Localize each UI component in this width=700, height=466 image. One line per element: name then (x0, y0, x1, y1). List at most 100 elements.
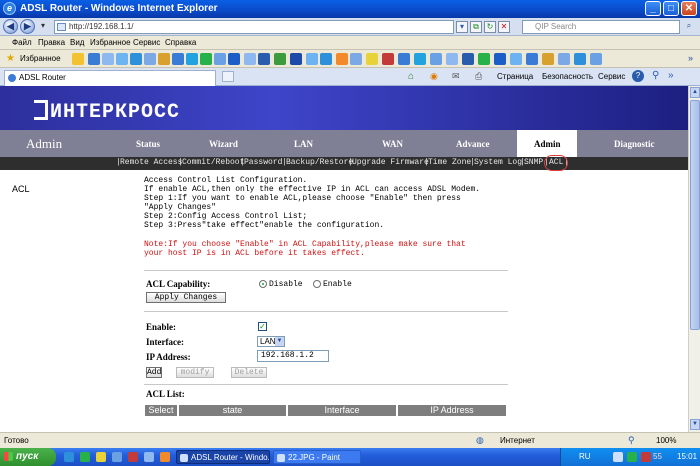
feeds-icon[interactable]: ◉ (430, 71, 438, 82)
favorite-icon[interactable] (306, 53, 318, 65)
quicklaunch-icon[interactable] (128, 452, 138, 462)
enable-checkbox[interactable]: ✓ (258, 322, 267, 331)
tray-icon[interactable] (613, 452, 623, 462)
search-input[interactable]: QIP Search (522, 20, 680, 34)
subtab-remote-access[interactable]: Remote Access (120, 158, 182, 167)
favorite-icon[interactable] (478, 53, 490, 65)
favorite-icon[interactable] (446, 53, 458, 65)
history-dropdown-icon[interactable]: ▾ (37, 21, 49, 33)
favorite-icon[interactable] (494, 53, 506, 65)
quicklaunch-icon[interactable] (80, 452, 90, 462)
favorite-icon[interactable] (88, 53, 100, 65)
new-tab-button[interactable] (222, 71, 234, 82)
subtab-snmp[interactable]: SNMP (524, 158, 543, 167)
delete-button[interactable]: Delete (231, 367, 267, 378)
scroll-thumb[interactable] (690, 100, 700, 330)
favorite-icon[interactable] (574, 53, 586, 65)
tray-icon[interactable] (641, 452, 651, 462)
favorite-icon[interactable] (590, 53, 602, 65)
favorite-icon[interactable] (350, 53, 362, 65)
page-menu[interactable]: Страница (497, 72, 533, 81)
favorite-icon[interactable] (274, 53, 286, 65)
print-icon[interactable]: ⎙ (475, 71, 482, 82)
favorite-icon[interactable] (186, 53, 198, 65)
favorite-icon[interactable] (228, 53, 240, 65)
forward-button[interactable]: ▶ (20, 19, 35, 34)
mail-icon[interactable]: ✉ (452, 71, 460, 82)
favorite-icon[interactable] (214, 53, 226, 65)
close-button[interactable]: ✕ (681, 1, 697, 16)
favorites-label[interactable]: Избранное (20, 54, 61, 63)
favorite-icon[interactable] (462, 53, 474, 65)
zoom-level[interactable]: 100% (656, 436, 676, 445)
favorite-icon[interactable] (526, 53, 538, 65)
tab-status[interactable]: Status (136, 139, 160, 149)
favorite-icon[interactable] (414, 53, 426, 65)
favorite-icon[interactable] (102, 53, 114, 65)
compat-view-icon[interactable]: ⧉ (470, 21, 482, 33)
refresh-icon[interactable]: ↻ (484, 21, 496, 33)
favorite-icon[interactable] (542, 53, 554, 65)
tab-wan[interactable]: WAN (382, 139, 403, 149)
tab-admin[interactable]: Admin (534, 139, 561, 149)
tray-icon[interactable] (627, 452, 637, 462)
home-icon[interactable]: ⌂ (408, 71, 414, 82)
tab-lan[interactable]: LAN (294, 139, 313, 149)
favorite-icon[interactable] (144, 53, 156, 65)
menu-edit[interactable]: Правка (38, 38, 65, 47)
search-icon[interactable]: ⌕ (683, 21, 695, 33)
favorite-icon[interactable] (398, 53, 410, 65)
subtab-upgrade-firmware[interactable]: Upgrade Firmware (352, 158, 429, 167)
help-icon[interactable]: ? (632, 70, 644, 82)
vertical-scrollbar[interactable]: ▲ ▼ (688, 86, 700, 432)
tab-adsl-router[interactable]: ADSL Router (4, 70, 216, 86)
research-icon[interactable]: ⚲ (652, 70, 659, 81)
safety-menu[interactable]: Безопасность (542, 72, 593, 81)
window-title-bar[interactable]: e ADSL Router - Windows Internet Explore… (0, 0, 700, 18)
favorite-icon[interactable] (366, 53, 378, 65)
minimize-button[interactable]: _ (645, 1, 661, 16)
favorite-icon[interactable] (244, 53, 256, 65)
address-input[interactable]: http://192.168.1.1/ (54, 20, 454, 34)
acl-enable-radio[interactable] (313, 280, 321, 288)
menu-view[interactable]: Вид (70, 38, 84, 47)
favorite-icon[interactable] (320, 53, 332, 65)
back-button[interactable]: ◀ (3, 19, 18, 34)
zoom-icon[interactable]: ⚲ (628, 435, 635, 446)
maximize-button[interactable]: □ (663, 1, 679, 16)
ip-address-input[interactable]: 192.168.1.2 (257, 350, 329, 362)
tab-diagnostic[interactable]: Diagnostic (614, 139, 655, 149)
language-indicator[interactable]: RU (579, 452, 591, 461)
favorite-icon[interactable] (382, 53, 394, 65)
subtab-password[interactable]: Password (244, 158, 282, 167)
favorite-icon[interactable] (158, 53, 170, 65)
address-dropdown-icon[interactable]: ▾ (456, 21, 468, 33)
favorite-icon[interactable] (130, 53, 142, 65)
quicklaunch-icon[interactable] (144, 452, 154, 462)
quicklaunch-icon[interactable] (112, 452, 122, 462)
tools-menu[interactable]: Сервис (598, 72, 625, 81)
favorites-star-icon[interactable]: ★ (6, 53, 15, 64)
favorite-icon[interactable] (558, 53, 570, 65)
tab-wizard[interactable]: Wizard (209, 139, 238, 149)
subtab-time-zone[interactable]: Time Zone (428, 158, 471, 167)
favorite-icon[interactable] (172, 53, 184, 65)
favorite-icon[interactable] (72, 53, 84, 65)
quicklaunch-icon[interactable] (64, 452, 74, 462)
menu-favorites[interactable]: Избранное (90, 38, 131, 47)
apply-changes-button[interactable]: Apply Changes (146, 292, 226, 303)
quicklaunch-icon[interactable] (96, 452, 106, 462)
modify-button[interactable]: modify (176, 367, 214, 378)
stop-icon[interactable]: ✕ (498, 21, 510, 33)
scroll-up-icon[interactable]: ▲ (690, 87, 700, 98)
subtab-commit-reboot[interactable]: Commit/Reboot (182, 158, 244, 167)
scroll-down-icon[interactable]: ▼ (690, 419, 700, 430)
favorite-icon[interactable] (258, 53, 270, 65)
subtab-backup-restore[interactable]: Backup/Restore (286, 158, 353, 167)
menu-tools[interactable]: Сервис (133, 38, 160, 47)
acl-disable-radio[interactable] (259, 280, 267, 288)
toolbar-overflow-icon[interactable]: » (688, 53, 693, 63)
task-paint[interactable]: 22.JPG - Paint (273, 450, 361, 464)
favorite-icon[interactable] (336, 53, 348, 65)
task-adsl-router[interactable]: ADSL Router - Windo... (176, 450, 270, 464)
